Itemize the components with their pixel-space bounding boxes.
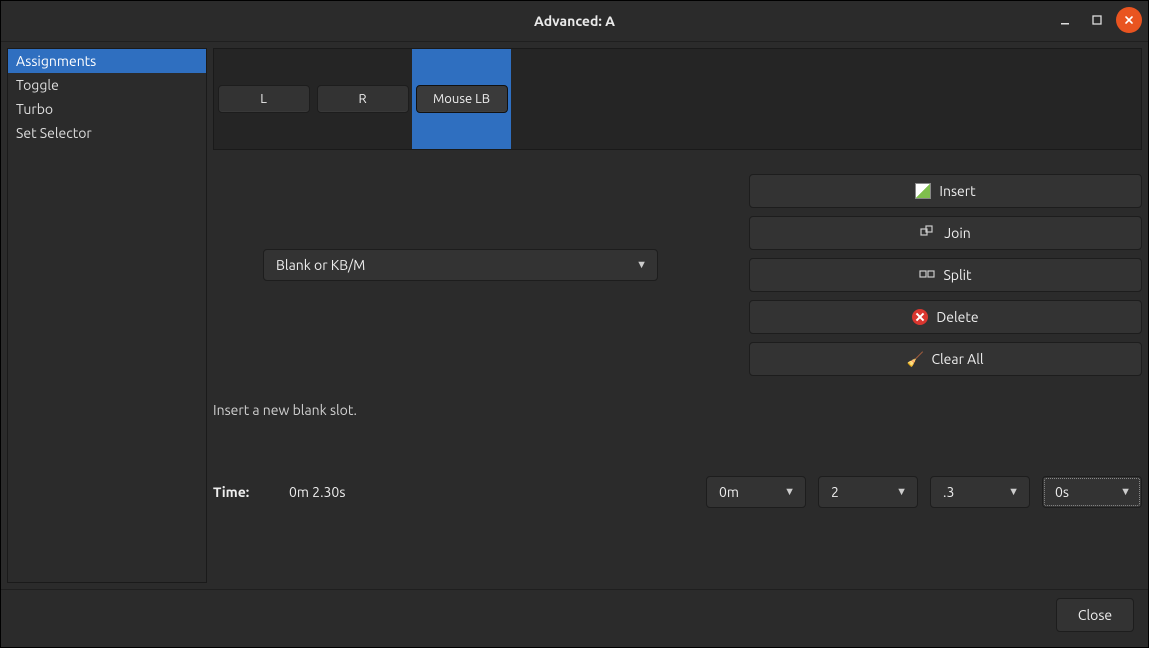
window-close-button[interactable] bbox=[1116, 7, 1142, 33]
sidebar-item-toggle[interactable]: Toggle bbox=[8, 73, 206, 97]
assignment-type-value: Blank or KB/M bbox=[276, 257, 365, 273]
chevron-down-icon: ▼ bbox=[1008, 486, 1019, 498]
delete-button[interactable]: Delete bbox=[749, 300, 1142, 334]
slot[interactable]: L bbox=[214, 49, 313, 149]
join-button[interactable]: Join bbox=[749, 216, 1142, 250]
clear-all-button[interactable]: 🧹 Clear All bbox=[749, 342, 1142, 376]
sidebar-item-label: Assignments bbox=[16, 53, 96, 69]
sidebar-item-label: Toggle bbox=[16, 77, 59, 93]
window-minimize-button[interactable] bbox=[1052, 7, 1078, 33]
time-subseconds-dropdown[interactable]: 0s ▼ bbox=[1042, 476, 1142, 508]
time-seconds-major-dropdown[interactable]: 2 ▼ bbox=[818, 476, 918, 508]
sidebar-item-turbo[interactable]: Turbo bbox=[8, 97, 206, 121]
insert-button[interactable]: Insert bbox=[749, 174, 1142, 208]
sidebar: Assignments Toggle Turbo Set Selector bbox=[7, 48, 207, 583]
chevron-down-icon: ▼ bbox=[636, 259, 647, 271]
insert-icon bbox=[915, 183, 931, 199]
chevron-down-icon: ▼ bbox=[1120, 486, 1131, 498]
time-label: Time: bbox=[213, 484, 273, 500]
time-seconds-minor-dropdown[interactable]: .3 ▼ bbox=[930, 476, 1030, 508]
slot-button-r[interactable]: R bbox=[317, 85, 409, 113]
sidebar-item-label: Turbo bbox=[16, 101, 53, 117]
time-value: 0m 2.30s bbox=[289, 484, 409, 500]
chevron-down-icon: ▼ bbox=[896, 486, 907, 498]
window-title: Advanced: A bbox=[1, 13, 1148, 29]
assignment-type-dropdown[interactable]: Blank or KB/M ▼ bbox=[263, 249, 658, 281]
join-icon bbox=[920, 225, 936, 241]
clear-all-icon: 🧹 bbox=[907, 351, 923, 367]
titlebar: Advanced: A bbox=[1, 1, 1148, 42]
time-minutes-dropdown[interactable]: 0m ▼ bbox=[706, 476, 806, 508]
sidebar-item-label: Set Selector bbox=[16, 125, 92, 141]
slot[interactable]: R bbox=[313, 49, 412, 149]
window-maximize-button[interactable] bbox=[1084, 7, 1110, 33]
close-button[interactable]: Close bbox=[1056, 598, 1134, 632]
chevron-down-icon: ▼ bbox=[784, 486, 795, 498]
slots-bar: L R Mouse LB bbox=[213, 48, 1142, 150]
delete-icon bbox=[912, 309, 928, 325]
slot-button-l[interactable]: L bbox=[218, 85, 310, 113]
slot[interactable]: Mouse LB bbox=[412, 49, 511, 149]
hint-text: Insert a new blank slot. bbox=[213, 402, 1142, 418]
split-icon bbox=[919, 267, 935, 283]
sidebar-item-assignments[interactable]: Assignments bbox=[8, 49, 206, 73]
slot-button-mouse-lb[interactable]: Mouse LB bbox=[416, 85, 508, 113]
sidebar-item-set-selector[interactable]: Set Selector bbox=[8, 121, 206, 145]
split-button[interactable]: Split bbox=[749, 258, 1142, 292]
